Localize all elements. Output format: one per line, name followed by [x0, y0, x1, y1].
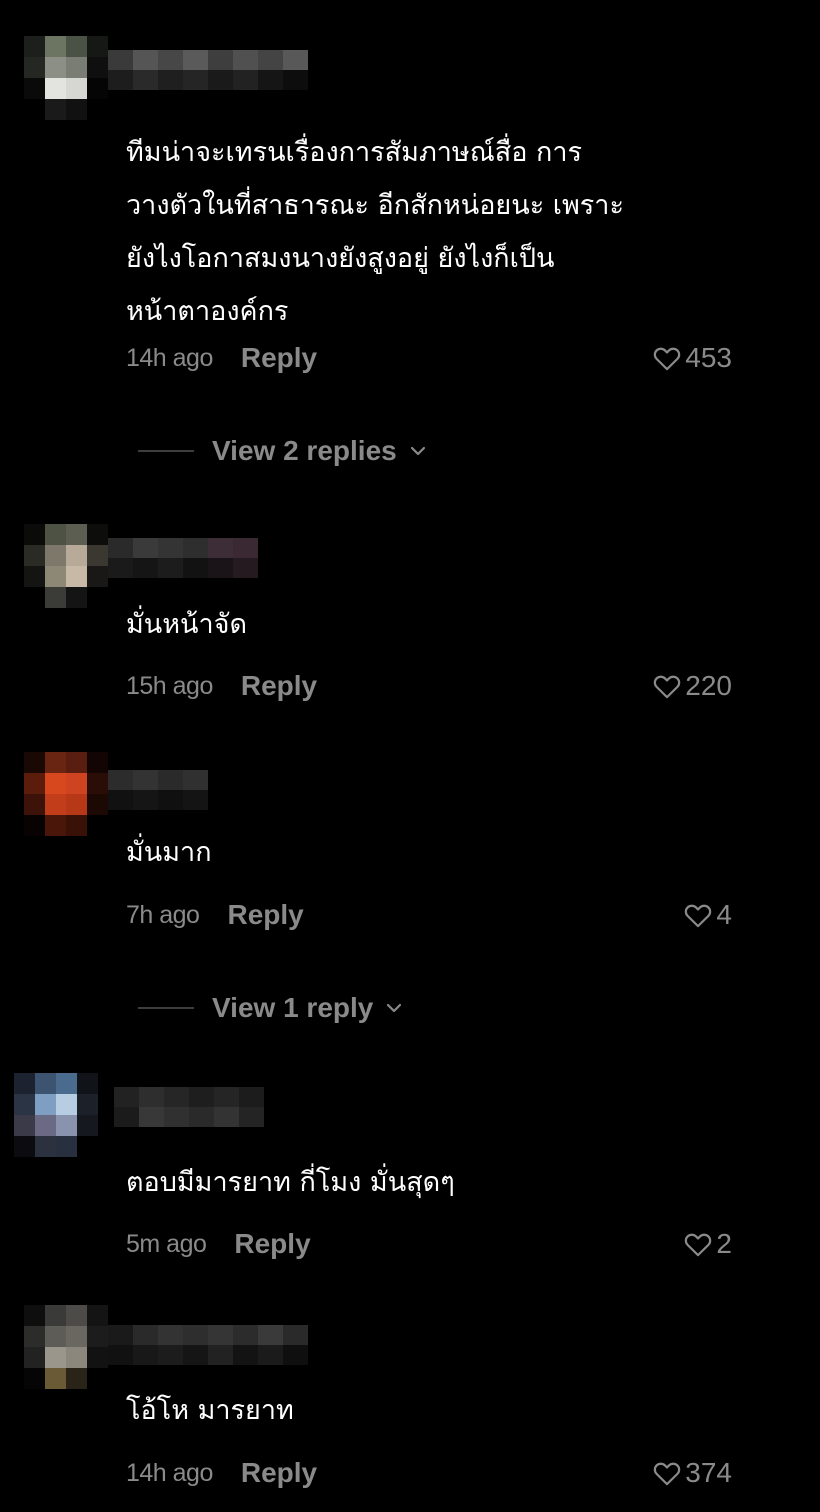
view-replies-button[interactable]: View 2 replies — [138, 431, 427, 471]
heart-outline-icon — [685, 904, 712, 928]
comment-timestamp: 5m ago — [126, 1229, 207, 1258]
reply-button[interactable]: Reply — [227, 899, 303, 931]
view-replies-label: View 1 reply — [212, 992, 374, 1023]
avatar[interactable] — [24, 752, 108, 836]
comment-meta: 14h ago Reply 453 — [126, 338, 732, 378]
view-replies-label: View 2 replies — [212, 435, 397, 466]
heart-outline-icon — [685, 1233, 712, 1257]
view-replies-button[interactable]: View 1 reply — [138, 988, 403, 1028]
like-button[interactable]: 220 — [652, 670, 732, 702]
comment-text: มั่นมาก — [126, 826, 212, 879]
like-count: 2 — [716, 1228, 732, 1259]
chevron-down-icon — [410, 446, 425, 456]
avatar[interactable] — [24, 1305, 108, 1389]
reply-button[interactable]: Reply — [234, 1228, 310, 1260]
comment-text: โอ้โห มารยาท — [126, 1384, 294, 1437]
username-blurred[interactable] — [108, 538, 258, 578]
like-button[interactable]: 2 — [683, 1228, 732, 1260]
heart-outline-icon — [654, 675, 681, 699]
username-blurred[interactable] — [108, 1325, 308, 1365]
divider-line — [138, 450, 194, 452]
comment-meta: 15h ago Reply 220 — [126, 666, 732, 706]
reply-button[interactable]: Reply — [241, 1457, 317, 1489]
comment-text-line: วางตัวในที่สาธารณะ อีกสักหน่อยนะ เพราะ — [126, 190, 624, 221]
comment-timestamp: 14h ago — [126, 343, 213, 372]
like-button[interactable]: 374 — [652, 1457, 732, 1489]
comment-text-line: มั่นหน้าจัด — [126, 609, 248, 640]
reply-button[interactable]: Reply — [241, 670, 317, 702]
comment-text: ทีมน่าจะเทรนเรื่องการสัมภาษณ์สื่อ การ วา… — [126, 126, 624, 338]
like-button[interactable]: 453 — [652, 342, 732, 374]
username-blurred[interactable] — [114, 1087, 264, 1127]
heart-outline-icon — [654, 347, 681, 371]
chevron-down-icon — [387, 1003, 402, 1013]
like-count: 4 — [716, 899, 732, 930]
like-count: 220 — [685, 670, 732, 701]
avatar[interactable] — [24, 36, 108, 120]
avatar[interactable] — [24, 524, 108, 608]
comment-text-line: ทีมน่าจะเทรนเรื่องการสัมภาษณ์สื่อ การ — [126, 137, 583, 168]
username-blurred[interactable] — [108, 50, 308, 90]
comment-meta: 5m ago Reply 2 — [126, 1224, 732, 1264]
like-count: 453 — [685, 342, 732, 373]
username-blurred[interactable] — [108, 770, 208, 810]
comment-text-line: ยังไงโอกาสมงนางยังสูงอยู่ ยังไงก็เป็น — [126, 243, 555, 274]
comment-text-line: ตอบมีมารยาท กี่โมง มั่นสุดๆ — [126, 1167, 455, 1198]
comment-timestamp: 15h ago — [126, 671, 213, 700]
avatar[interactable] — [14, 1073, 98, 1157]
comment-meta: 7h ago Reply 4 — [126, 895, 732, 935]
comment-timestamp: 7h ago — [126, 900, 200, 929]
comment-timestamp: 14h ago — [126, 1458, 213, 1487]
heart-outline-icon — [654, 1462, 681, 1486]
comment-text: มั่นหน้าจัด — [126, 598, 247, 651]
comment-meta: 14h ago Reply 374 — [126, 1453, 732, 1493]
comment-text-line: หน้าตาองค์กร — [126, 296, 289, 327]
comment-text-line: โอ้โห มารยาท — [126, 1395, 294, 1426]
reply-button[interactable]: Reply — [241, 342, 317, 374]
comment-text: ตอบมีมารยาท กี่โมง มั่นสุดๆ — [126, 1156, 455, 1209]
like-count: 374 — [685, 1457, 732, 1488]
divider-line — [138, 1007, 194, 1009]
comment-text-line: มั่นมาก — [126, 837, 212, 868]
like-button[interactable]: 4 — [683, 899, 732, 931]
